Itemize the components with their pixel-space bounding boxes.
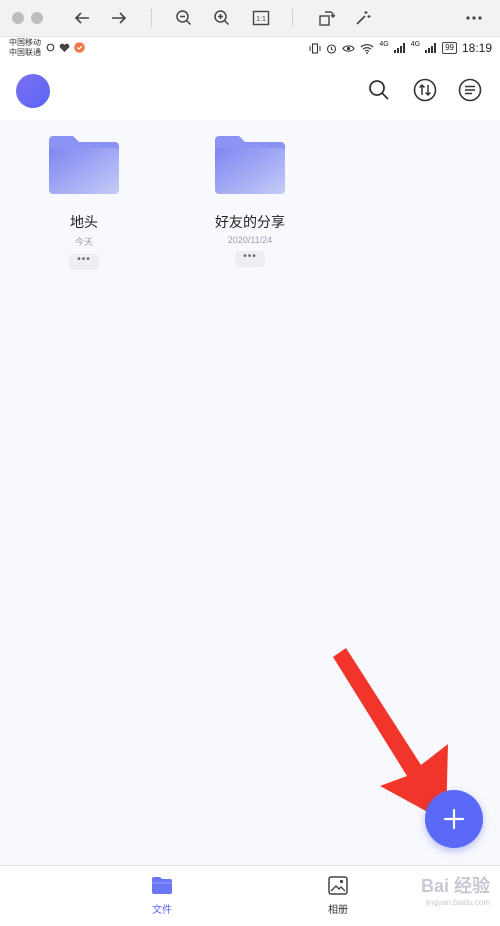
tab-files[interactable]: 文件 (132, 876, 192, 916)
annotation-arrow (333, 648, 448, 822)
watermark-text: Bai 经验 (420, 876, 490, 896)
image-icon (328, 876, 348, 895)
plus-icon (443, 808, 465, 830)
add-button[interactable] (425, 790, 483, 848)
bottom-nav: 文件 相册 Bai 经验 jingyan.baidu.com (0, 865, 500, 926)
tab-album-label: 相册 (328, 905, 348, 916)
tab-files-label: 文件 (152, 905, 172, 916)
watermark-sub: jingyan.baidu.com (425, 898, 490, 907)
tab-album[interactable]: 相册 (308, 876, 368, 916)
folder-icon (152, 877, 172, 894)
watermark: Bai 经验 jingyan.baidu.com (421, 872, 490, 907)
